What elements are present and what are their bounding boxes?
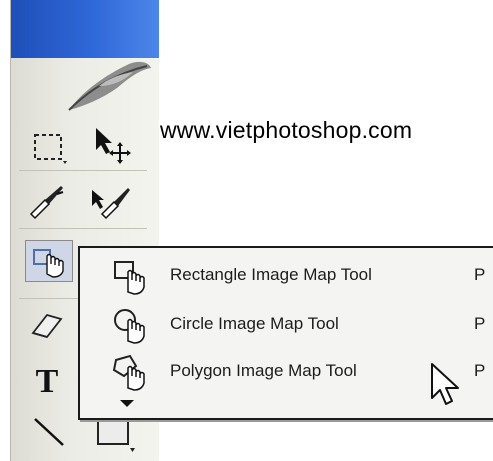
feather-logo-icon <box>68 61 151 111</box>
slice-knife-icon <box>29 186 64 220</box>
menu-item-shortcut: P <box>474 314 486 333</box>
rectangle-image-map-icon <box>114 261 145 295</box>
toolbox-titlebar[interactable] <box>11 0 159 58</box>
circle-image-map-icon <box>114 309 145 344</box>
eraser-icon <box>31 313 63 339</box>
image-map-hand-icon <box>33 249 64 278</box>
menu-item-rectangle-image-map-tool[interactable]: Rectangle Image Map Tool P <box>80 250 493 300</box>
slice-tool[interactable] <box>25 182 69 222</box>
type-tool[interactable]: T <box>25 362 69 402</box>
menu-item-label: Circle Image Map Tool <box>170 314 339 333</box>
rectangle-shape-icon <box>97 417 135 452</box>
path-selection-icon <box>96 128 131 164</box>
polygon-image-map-icon <box>112 354 145 391</box>
menu-item-shortcut: P <box>474 265 486 284</box>
toolbox-divider <box>19 228 147 229</box>
image-map-tool[interactable] <box>25 240 73 282</box>
slice-select-icon <box>92 188 130 220</box>
eraser-tool[interactable] <box>25 305 69 345</box>
line-tool[interactable] <box>27 412 71 452</box>
toolbox-divider <box>19 170 147 171</box>
slice-select-tool[interactable] <box>89 182 133 222</box>
menu-item-label: Polygon Image Map Tool <box>170 361 357 380</box>
menu-scroll-down-arrow-icon[interactable] <box>120 400 134 407</box>
rectangular-marquee-icon <box>34 134 67 164</box>
menu-item-circle-image-map-tool[interactable]: Circle Image Map Tool P <box>80 299 493 349</box>
menu-item-shortcut: P <box>474 361 486 380</box>
menu-item-label: Rectangle Image Map Tool <box>170 265 372 284</box>
type-tool-glyph: T <box>35 363 59 400</box>
path-selection-tool[interactable] <box>89 124 133 164</box>
watermark-url: www.vietphotoshop.com <box>160 117 413 143</box>
rectangular-marquee-tool[interactable] <box>27 128 71 168</box>
rectangle-tool[interactable] <box>93 414 137 454</box>
line-icon <box>34 418 64 446</box>
mouse-pointer-icon <box>431 363 459 405</box>
